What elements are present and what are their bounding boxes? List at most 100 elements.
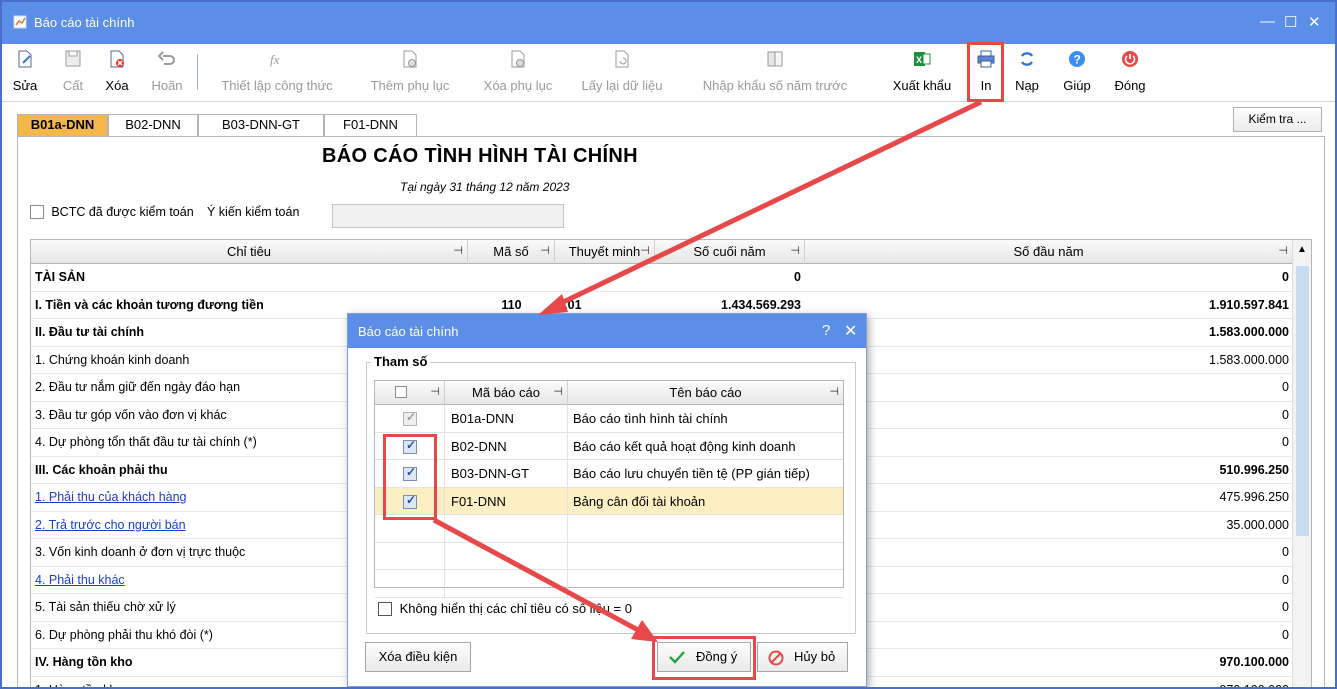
title-bar: Báo cáo tài chính — ☐ ✕ xyxy=(2,2,1335,44)
formula-setup-button[interactable]: fx Thiết lập công thức xyxy=(211,48,343,98)
cell-begin: 0 xyxy=(1282,270,1289,284)
tab-b01a-dnn[interactable]: B01a-DNN xyxy=(17,114,108,136)
header-so-cuoi-nam[interactable]: Số cuối năm ⊣ xyxy=(655,240,805,264)
add-appendix-button[interactable]: Thêm phụ lục xyxy=(362,48,458,98)
edit-button[interactable]: Sửa xyxy=(10,48,40,98)
print-highlight xyxy=(967,42,1004,102)
dialog-close-button[interactable]: ✕ xyxy=(844,321,857,341)
pin-icon[interactable]: ⊣ xyxy=(1278,240,1288,263)
checkmark-icon: ✓ xyxy=(406,410,417,424)
hide-zero-checkbox[interactable] xyxy=(378,601,392,616)
export-button[interactable]: X Xuất khẩu xyxy=(886,48,958,98)
pin-icon[interactable]: ⊣ xyxy=(553,381,563,404)
undo-button[interactable]: Hoãn xyxy=(147,48,187,98)
cell-begin: 0 xyxy=(1282,407,1289,422)
cell-begin: 1.583.000.000 xyxy=(1209,325,1289,339)
cell-note xyxy=(555,264,655,291)
reload-button[interactable]: Nạp xyxy=(1012,48,1042,98)
hide-zero-label: Không hiển thị các chỉ tiêu có số liệu =… xyxy=(399,601,632,617)
pin-icon[interactable]: ⊣ xyxy=(640,240,650,263)
import-previous-year-button[interactable]: Nhập khẩu số năm trước xyxy=(690,48,860,98)
cell-begin: 970.100.000 xyxy=(1219,655,1289,669)
help-icon: ? xyxy=(1069,51,1085,67)
audit-opinion-input[interactable] xyxy=(332,204,564,228)
svg-text:fx: fx xyxy=(270,52,280,67)
import-icon xyxy=(767,51,783,67)
pin-icon[interactable]: ⊣ xyxy=(430,381,440,404)
cell-begin: 1.583.000.000 xyxy=(1209,352,1289,367)
tab-f01-dnn[interactable]: F01-DNN xyxy=(324,114,417,136)
pin-icon[interactable]: ⊣ xyxy=(453,240,463,263)
dialog-footer: Xóa điều kiện Đồng ý Hủy bỏ xyxy=(348,636,866,686)
minimize-button[interactable]: — xyxy=(1260,13,1275,30)
audited-label: BCTC đã được kiểm toán xyxy=(51,204,194,219)
pin-icon[interactable]: ⊣ xyxy=(540,240,550,263)
header-report-name[interactable]: Tên báo cáo ⊣ xyxy=(568,381,843,405)
cell-name: TÀI SẢN xyxy=(35,270,85,284)
audited-checkbox[interactable] xyxy=(30,204,44,219)
report-code: B01a-DNN xyxy=(451,411,514,426)
header-select-all[interactable]: ⊣ xyxy=(375,381,445,405)
remove-appendix-icon xyxy=(511,50,525,68)
table-row[interactable]: TÀI SẢN 0 0 xyxy=(31,264,1293,292)
save-icon xyxy=(65,50,81,67)
row-cell-divider xyxy=(375,570,445,597)
vertical-scrollbar[interactable]: ▲ xyxy=(1292,240,1311,687)
excel-export-icon: X xyxy=(914,52,931,66)
header-so-dau-nam[interactable]: Số đầu năm ⊣ xyxy=(805,240,1293,264)
help-button[interactable]: ? Giúp xyxy=(1060,48,1094,98)
tab-b03-dnn-gt[interactable]: B03-DNN-GT xyxy=(198,114,324,136)
parameters-label: Tham số xyxy=(371,354,431,369)
refresh-icon xyxy=(1021,52,1033,66)
save-button[interactable]: Cất xyxy=(58,48,88,98)
cancel-button[interactable]: Hủy bỏ xyxy=(757,642,848,672)
scroll-thumb[interactable] xyxy=(1296,266,1309,536)
tab-b02-dnn[interactable]: B02-DNN xyxy=(108,114,198,136)
header-chi-tieu[interactable]: Chỉ tiêu ⊣ xyxy=(31,240,468,264)
cell-begin: 0 xyxy=(1282,380,1289,394)
dialog-title: Báo cáo tài chính xyxy=(358,324,459,339)
report-title: BÁO CÁO TÌNH HÌNH TÀI CHÍNH xyxy=(322,145,638,167)
clear-conditions-button[interactable]: Xóa điều kiện xyxy=(365,642,471,672)
report-row[interactable]: ✓ B01a-DNN Báo cáo tình hình tài chính xyxy=(375,405,843,433)
window-close-button[interactable]: ✕ xyxy=(1308,13,1321,31)
app-window: Báo cáo tài chính — ☐ ✕ Sửa Cất Xóa Hoãn… xyxy=(0,0,1337,689)
report-name: Báo cáo lưu chuyển tiền tệ (PP gián tiếp… xyxy=(573,466,810,481)
scroll-up-icon[interactable]: ▲ xyxy=(1297,244,1307,255)
cell-begin: 0 xyxy=(1282,545,1289,559)
cell-code xyxy=(468,264,555,291)
report-checkbox: ✓ xyxy=(403,410,417,426)
header-report-code[interactable]: Mã báo cáo ⊣ xyxy=(445,381,568,405)
maximize-button[interactable]: ☐ xyxy=(1284,13,1297,31)
report-date: Tại ngày 31 tháng 12 năm 2023 xyxy=(400,180,570,194)
row-cell-divider xyxy=(568,570,843,597)
header-ma-so[interactable]: Mã số ⊣ xyxy=(468,240,555,264)
report-code: B02-DNN xyxy=(451,438,507,454)
formula-icon: fx xyxy=(270,52,280,67)
report-row[interactable]: ✓ F01-DNN Bảng cân đối tài khoản xyxy=(375,487,843,515)
pin-icon[interactable]: ⊣ xyxy=(790,240,800,263)
cancel-icon xyxy=(768,650,784,666)
dialog-help-button[interactable]: ? xyxy=(822,322,830,339)
close-button[interactable]: Đóng xyxy=(1110,48,1150,98)
report-row[interactable]: ✓ B02-DNN Báo cáo kết quả hoạt động kinh d… xyxy=(375,432,843,460)
reload-data-button[interactable]: Lấy lại dữ liệu xyxy=(575,48,669,98)
report-select-header: ⊣ Mã báo cáo ⊣ Tên báo cáo ⊣ xyxy=(375,381,843,405)
report-name: Báo cáo tình hình tài chính xyxy=(573,411,728,426)
empty-row xyxy=(375,542,843,570)
empty-row xyxy=(375,515,843,543)
svg-text:X: X xyxy=(916,55,922,65)
pin-icon[interactable]: ⊣ xyxy=(829,381,839,404)
empty-row xyxy=(375,570,843,598)
report-row[interactable]: ✓ B03-DNN-GT Báo cáo lưu chuyển tiền tệ (P… xyxy=(375,460,843,488)
select-all-checkbox[interactable] xyxy=(395,386,407,398)
header-thuyet-minh[interactable]: Thuyết minh ⊣ xyxy=(555,240,655,264)
cell-begin: 475.996.250 xyxy=(1219,490,1289,504)
delete-button[interactable]: Xóa xyxy=(102,48,132,98)
remove-appendix-button[interactable]: Xóa phụ lục xyxy=(476,48,560,98)
cell-begin: 0 xyxy=(1282,627,1289,642)
reload-data-icon xyxy=(615,50,629,68)
check-button[interactable]: Kiểm tra ... xyxy=(1233,107,1322,132)
ok-highlight xyxy=(652,636,756,680)
app-icon xyxy=(13,15,27,29)
